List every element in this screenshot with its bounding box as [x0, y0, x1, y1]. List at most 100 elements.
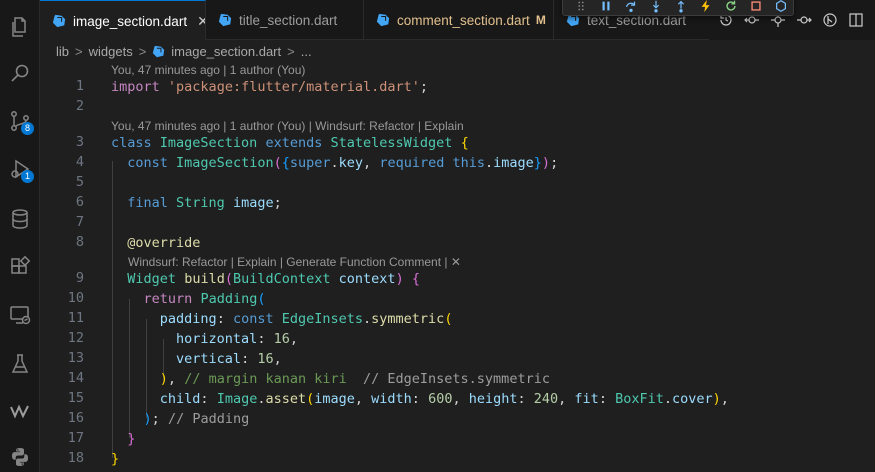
breadcrumb-item-file[interactable]: image_section.dart [171, 44, 281, 59]
keyword: import [111, 79, 160, 95]
code-line-12[interactable]: horizontal: 16, [111, 329, 298, 349]
line-number: 5 [75, 174, 84, 190]
property: width [371, 391, 412, 407]
tab-image-section[interactable]: image_section.dart ✕ [40, 0, 206, 41]
punct: , [273, 351, 282, 367]
code-line-11[interactable]: padding: const EdgeInsets.symmetric( [111, 309, 453, 329]
brace: { [460, 135, 469, 151]
source-control-icon[interactable]: 8 [0, 104, 40, 138]
code-line-15[interactable]: child: Image.asset(image, width: 600, he… [111, 389, 729, 409]
punct: ; [151, 411, 160, 427]
code-line-9[interactable]: Widget build(BuildContext context) { [111, 269, 420, 289]
breadcrumb-separator: > [138, 43, 147, 59]
line-number: 15 [67, 390, 84, 406]
type-name: Widget [127, 271, 177, 287]
step-over-icon[interactable] [619, 0, 644, 15]
code-line-13[interactable]: vertical: 16, [111, 349, 282, 369]
activity-bar: 8 1 [0, 0, 40, 472]
punct: , [363, 155, 380, 171]
line-number: 6 [75, 194, 84, 210]
class-name: ImageSection [176, 155, 274, 171]
brace: } [127, 431, 136, 447]
dart-file-icon [153, 45, 165, 57]
type-name: String [176, 195, 225, 211]
paren: ( [257, 291, 266, 307]
code-line-3[interactable]: class ImageSection extends StatelessWidg… [111, 133, 469, 153]
dart-file-icon [218, 13, 232, 27]
breadcrumb-item-symbol[interactable]: ... [301, 44, 312, 59]
code-line-14[interactable]: ), // margin kanan kiri // EdgeInsets.sy… [111, 369, 550, 389]
testing-icon[interactable] [0, 347, 40, 381]
identifier: key [338, 155, 364, 171]
punct: ; [419, 79, 429, 95]
code-editor[interactable]: 1 2 3 4 5 6 7 8 9 10 11 12 13 14 15 16 1… [40, 62, 875, 472]
property: height [468, 391, 518, 407]
remote-explorer-icon[interactable] [0, 298, 40, 332]
punct: , [354, 391, 372, 407]
files-icon[interactable] [0, 10, 40, 44]
code-line-17[interactable]: } [111, 429, 135, 449]
class-name: Padding [200, 291, 258, 307]
keyword: super [289, 155, 331, 171]
pause-icon[interactable] [594, 0, 619, 15]
punct: , [289, 331, 298, 347]
tab-label: comment_section.dart [397, 12, 530, 28]
hot-reload-icon[interactable] [693, 0, 718, 15]
extensions-icon[interactable] [0, 250, 40, 284]
windsurf-icon[interactable] [0, 394, 40, 428]
paren: ( [224, 271, 233, 287]
go-forward-icon[interactable] [791, 7, 817, 33]
drag-handle-icon[interactable] [569, 0, 594, 15]
breadcrumb-item-widgets[interactable]: widgets [89, 44, 133, 59]
code-line-4[interactable]: const ImageSection({super.key, required … [111, 153, 558, 173]
keyword: this [452, 155, 485, 171]
step-out-icon[interactable] [669, 0, 694, 15]
class-name: BoxFit [615, 391, 664, 407]
database-icon[interactable] [0, 202, 40, 236]
number: 16 [273, 331, 290, 347]
dart-file-icon [52, 14, 66, 28]
tab-comment-section[interactable]: comment_section.dart M [364, 0, 554, 40]
punct: : [200, 391, 217, 407]
keyword: extends [265, 135, 323, 151]
tab-label: title_section.dart [239, 12, 338, 28]
identifier: image [232, 195, 274, 211]
restart-icon[interactable] [718, 0, 743, 15]
code-line-1[interactable]: import 'package:flutter/material.dart'; [111, 77, 428, 97]
keyword: return [143, 291, 193, 307]
open-changes-icon[interactable] [817, 7, 843, 33]
dart-file-icon [376, 13, 390, 27]
code-line-18[interactable]: } [111, 449, 119, 469]
punct: . [485, 155, 494, 171]
line-number: 10 [67, 290, 84, 306]
search-icon[interactable] [0, 57, 40, 91]
split-editor-icon[interactable] [843, 7, 869, 33]
line-number: 8 [75, 234, 84, 250]
line-number: 13 [67, 350, 84, 366]
line-number: 3 [75, 134, 84, 150]
line-number: 17 [67, 430, 84, 446]
paren: ) [159, 371, 168, 387]
code-line-8[interactable]: @override [111, 233, 200, 253]
stop-icon[interactable] [743, 0, 768, 15]
devtools-icon[interactable] [768, 0, 793, 15]
code-line-16[interactable]: ); // Padding [111, 409, 250, 429]
tab-title-section[interactable]: title_section.dart [206, 0, 364, 40]
punct: , [558, 391, 575, 407]
close-icon[interactable]: ✕ [197, 13, 205, 30]
line-number: 16 [67, 410, 84, 426]
step-into-icon[interactable] [644, 0, 669, 15]
code-line-10[interactable]: return Padding( [111, 289, 266, 309]
punct: ; [273, 195, 282, 211]
punct: : [598, 391, 616, 407]
code-line-6[interactable]: final String image; [111, 193, 282, 213]
breadcrumb-item-lib[interactable]: lib [56, 44, 69, 59]
line-number: 1 [75, 78, 84, 94]
breadcrumb-separator: > [287, 43, 295, 59]
class-name: EdgeInsets [281, 311, 364, 327]
closing-label-hint: // EdgeInsets.symmetric [363, 371, 550, 387]
run-debug-icon[interactable]: 1 [0, 152, 40, 186]
python-icon[interactable] [0, 440, 40, 472]
brace: } [111, 451, 120, 467]
tab-label: image_section.dart [73, 13, 188, 29]
